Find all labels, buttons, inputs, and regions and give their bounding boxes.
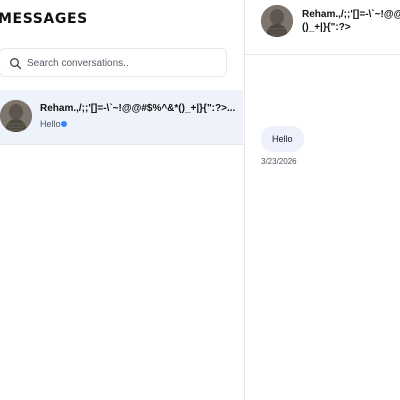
avatar: [0, 100, 32, 132]
chat-panel: Reham.,/;;'[]=-\`~!@@#$%^&*()_+|}{":?> H…: [245, 0, 400, 400]
conversation-item[interactable]: Reham.,/;;'[]=-\`~!@@#$%^&*()_+|}{":?>..…: [0, 90, 243, 145]
unread-indicator: [61, 121, 67, 127]
message-date: 3/23/2026: [261, 157, 297, 166]
page-title: MESSAGES: [0, 11, 88, 27]
message-bubble: Hello: [261, 126, 304, 152]
conversation-sidebar: MESSAGES Reham.,/;;'[]=-\`~!@@#$%^&*()_+…: [0, 0, 245, 400]
search-input[interactable]: [27, 53, 217, 73]
chat-header: Reham.,/;;'[]=-\`~!@@#$%^&*()_+|}{":?>: [245, 0, 400, 55]
search-icon: [9, 57, 22, 70]
conversation-preview: Hello: [40, 119, 61, 129]
conversation-name: Reham.,/;;'[]=-\`~!@@#$%^&*()_+|}{":?>..…: [40, 103, 236, 114]
avatar: [261, 5, 293, 37]
chat-contact-name: Reham.,/;;'[]=-\`~!@@#$%^&*()_+|}{":?>: [302, 9, 400, 33]
search-box[interactable]: [0, 48, 227, 77]
